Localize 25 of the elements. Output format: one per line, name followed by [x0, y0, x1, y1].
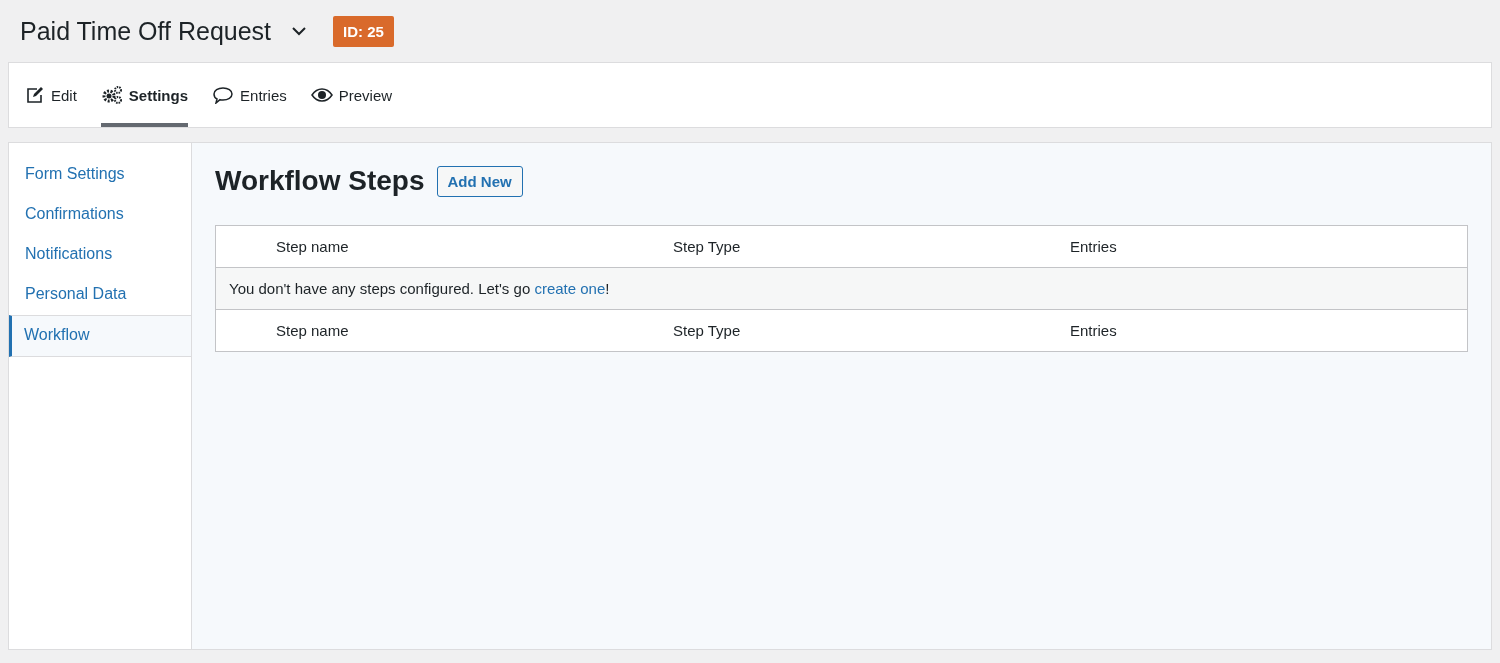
add-new-button[interactable]: Add New	[436, 165, 523, 197]
column-footer: Step name	[276, 322, 673, 339]
chevron-down-icon[interactable]	[291, 26, 308, 36]
sidebar-item[interactable]: Confirmations	[9, 195, 191, 235]
column-footer: Entries	[1070, 322, 1467, 339]
sidebar-item[interactable]: Workflow	[9, 315, 191, 357]
form-title: Paid Time Off Request	[20, 16, 272, 46]
tab[interactable]: Entries	[212, 63, 287, 127]
sidebar-item[interactable]: Form Settings	[9, 155, 191, 195]
speech-bubble-icon	[212, 86, 235, 104]
sidebar-item[interactable]: Notifications	[9, 235, 191, 275]
edit-icon	[25, 86, 45, 104]
tab[interactable]: Settings	[100, 63, 189, 127]
empty-message: You don't have any steps configured. Let's go create one!	[216, 267, 1467, 310]
sidebar-item[interactable]: Personal Data	[9, 275, 191, 315]
column-header: Step Type	[673, 238, 742, 255]
id-badge: ID: 25	[333, 15, 394, 47]
tab[interactable]: Edit	[25, 63, 77, 127]
column-header: Entries	[1070, 238, 1118, 255]
column-footer: Step Type	[673, 322, 1070, 339]
gears-icon	[100, 85, 123, 105]
tab[interactable]: Preview	[310, 63, 393, 127]
eye-icon	[310, 88, 333, 102]
section-title: Workflow Steps	[215, 165, 425, 197]
column-header: Step name	[276, 238, 350, 255]
